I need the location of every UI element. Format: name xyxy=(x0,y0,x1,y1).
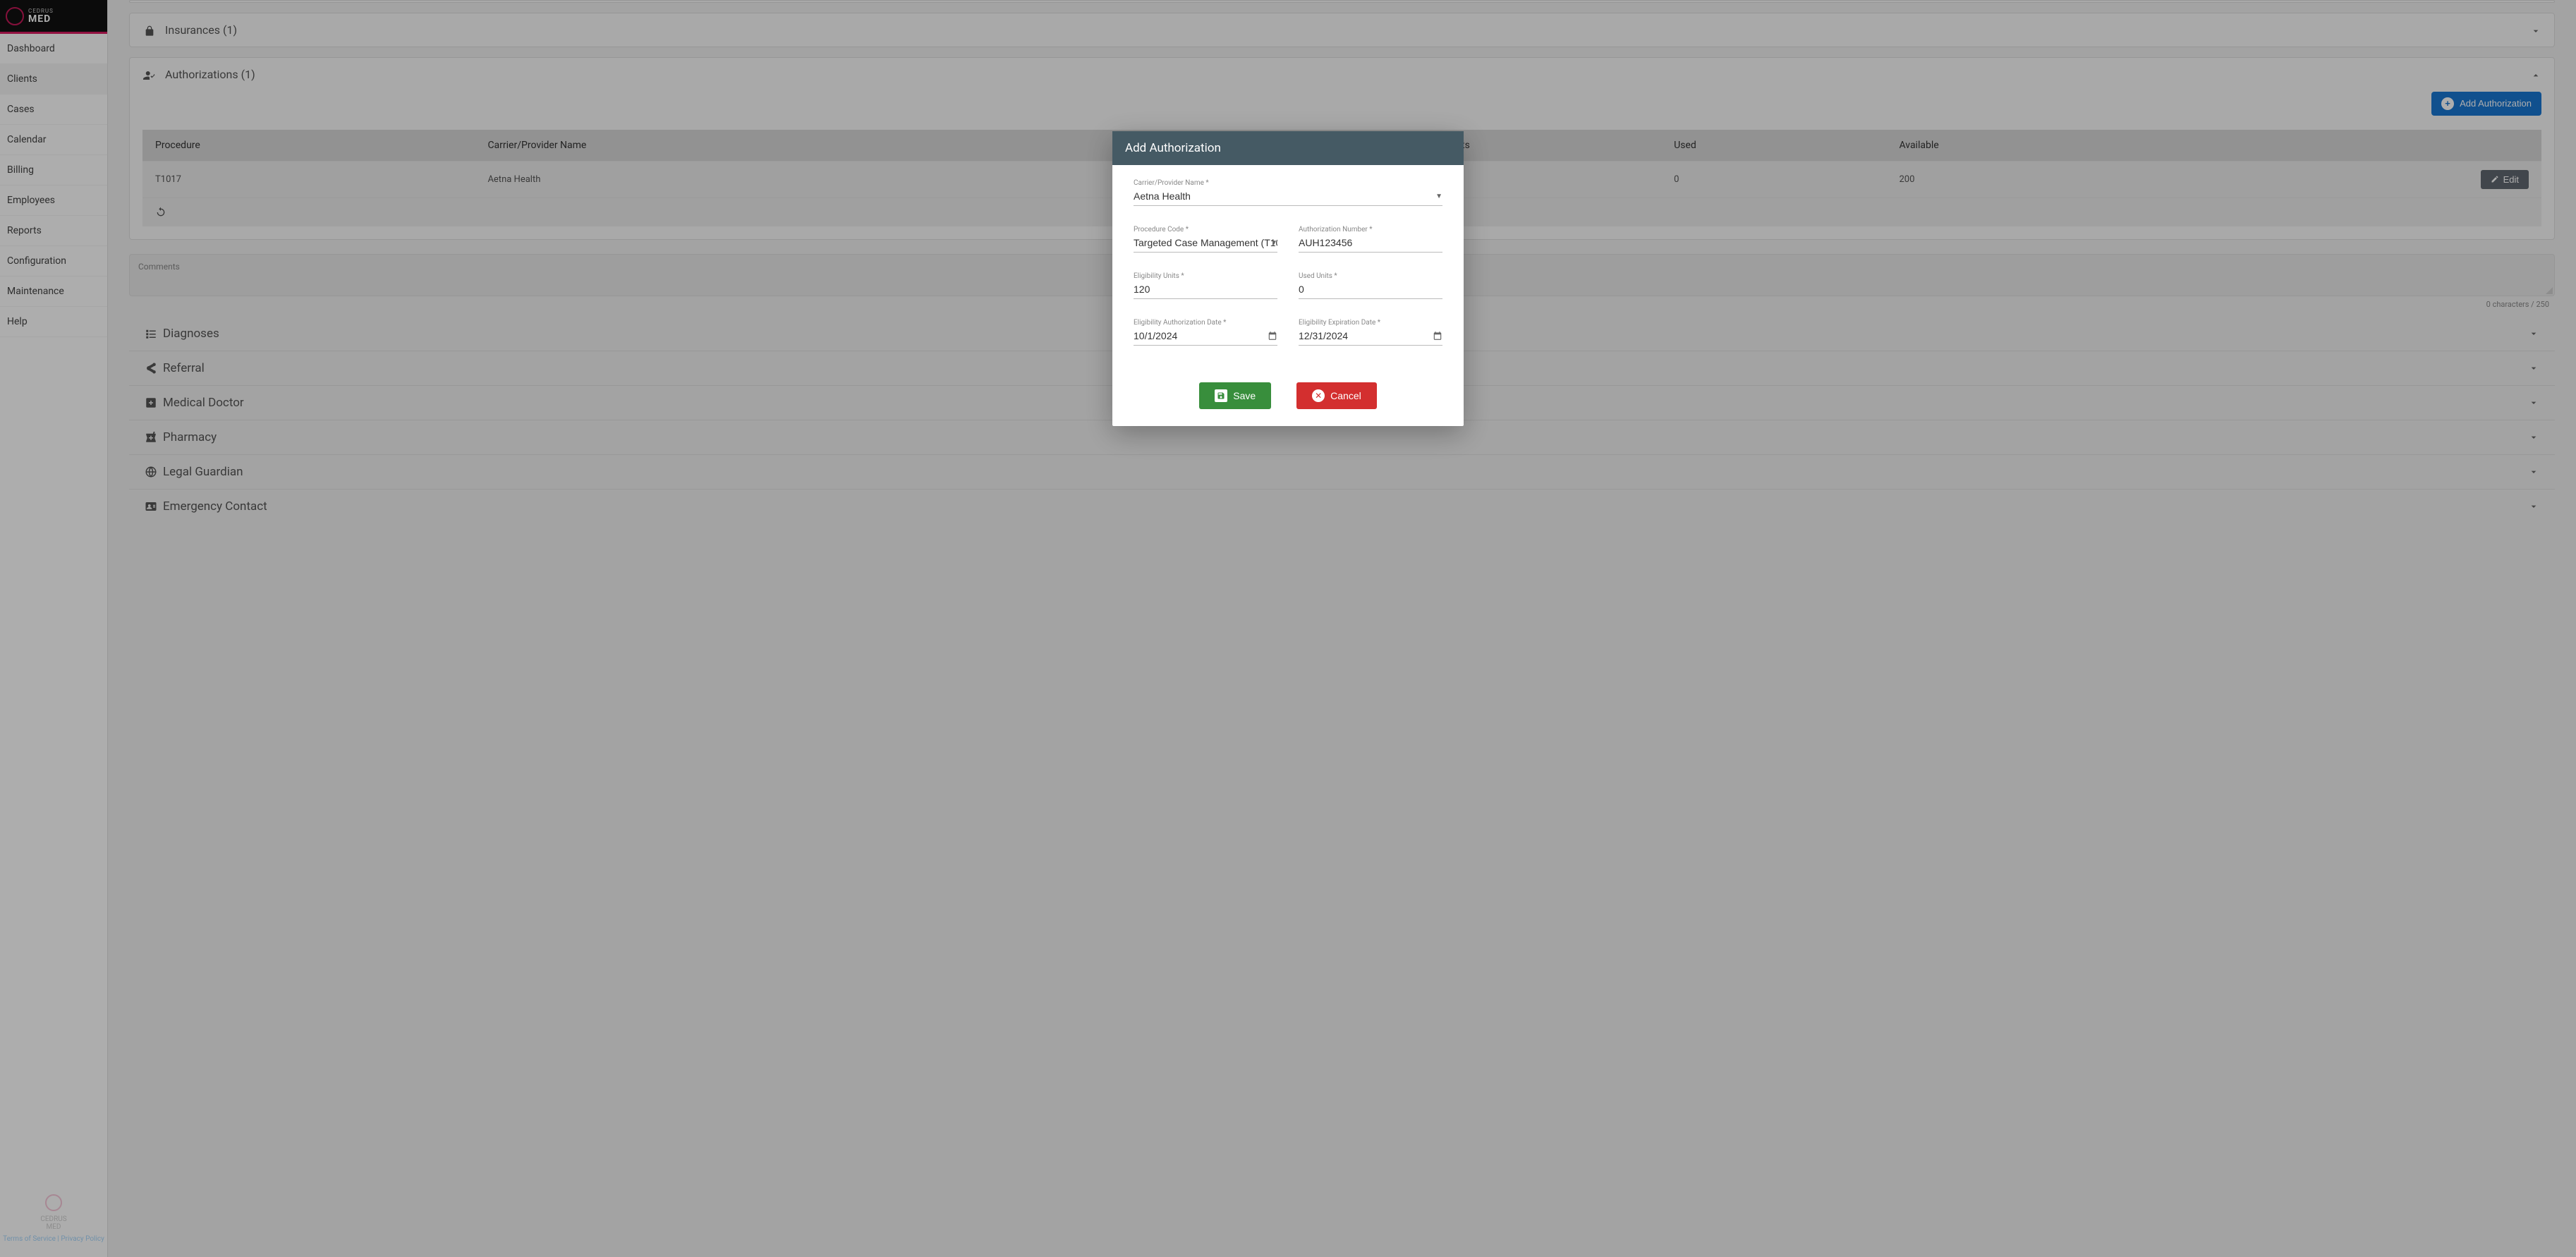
procedure-label: Procedure Code * xyxy=(1134,226,1277,233)
exp-date-field[interactable]: Eligibility Expiration Date * xyxy=(1299,319,1442,346)
save-icon xyxy=(1215,389,1227,402)
add-authorization-modal: Add Authorization Carrier/Provider Name … xyxy=(1112,131,1464,426)
auth-number-field[interactable]: Authorization Number * xyxy=(1299,226,1442,253)
cancel-button[interactable]: ✕ Cancel xyxy=(1296,382,1377,409)
procedure-field[interactable]: Procedure Code * ▼ xyxy=(1134,226,1277,253)
modal-title: Add Authorization xyxy=(1112,131,1464,165)
save-label: Save xyxy=(1233,390,1256,401)
auth-date-input[interactable] xyxy=(1134,328,1277,346)
cancel-label: Cancel xyxy=(1330,390,1361,401)
procedure-select[interactable] xyxy=(1134,235,1277,253)
exp-date-label: Eligibility Expiration Date * xyxy=(1299,319,1442,327)
carrier-label: Carrier/Provider Name * xyxy=(1134,179,1442,187)
calendar-icon[interactable] xyxy=(1433,330,1442,341)
carrier-field[interactable]: Carrier/Provider Name * ▼ xyxy=(1134,179,1442,206)
auth-number-label: Authorization Number * xyxy=(1299,226,1442,233)
used-units-label: Used Units * xyxy=(1299,272,1442,280)
eligibility-units-input[interactable] xyxy=(1134,281,1277,299)
calendar-icon[interactable] xyxy=(1268,330,1277,341)
eligibility-units-field[interactable]: Eligibility Units * xyxy=(1134,272,1277,299)
used-units-field[interactable]: Used Units * xyxy=(1299,272,1442,299)
auth-number-input[interactable] xyxy=(1299,235,1442,253)
carrier-select[interactable] xyxy=(1134,188,1442,206)
cancel-icon: ✕ xyxy=(1312,389,1325,402)
auth-date-label: Eligibility Authorization Date * xyxy=(1134,319,1277,327)
auth-date-field[interactable]: Eligibility Authorization Date * xyxy=(1134,319,1277,346)
used-units-input[interactable] xyxy=(1299,281,1442,299)
eligibility-units-label: Eligibility Units * xyxy=(1134,272,1277,280)
exp-date-input[interactable] xyxy=(1299,328,1442,346)
save-button[interactable]: Save xyxy=(1199,382,1271,409)
